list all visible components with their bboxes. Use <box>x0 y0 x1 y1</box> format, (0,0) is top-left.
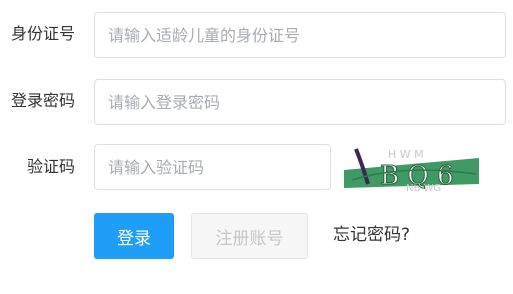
register-button[interactable]: 注册账号 <box>191 213 308 259</box>
id-number-label: 身份证号 <box>10 24 75 43</box>
id-number-input[interactable] <box>94 12 506 58</box>
forgot-password-link[interactable]: 忘记密码? <box>333 225 410 245</box>
password-label: 登录密码 <box>10 91 75 110</box>
captcha-label: 验证码 <box>26 157 75 176</box>
captcha-input[interactable] <box>94 144 331 190</box>
captcha-text: B Q 6 <box>380 161 454 191</box>
svg-text:H W M: H W M <box>388 148 424 161</box>
login-button[interactable]: 登录 <box>94 213 174 259</box>
password-input[interactable] <box>94 79 506 125</box>
captcha-image[interactable]: H W M NB WG B Q 6 <box>344 144 479 193</box>
